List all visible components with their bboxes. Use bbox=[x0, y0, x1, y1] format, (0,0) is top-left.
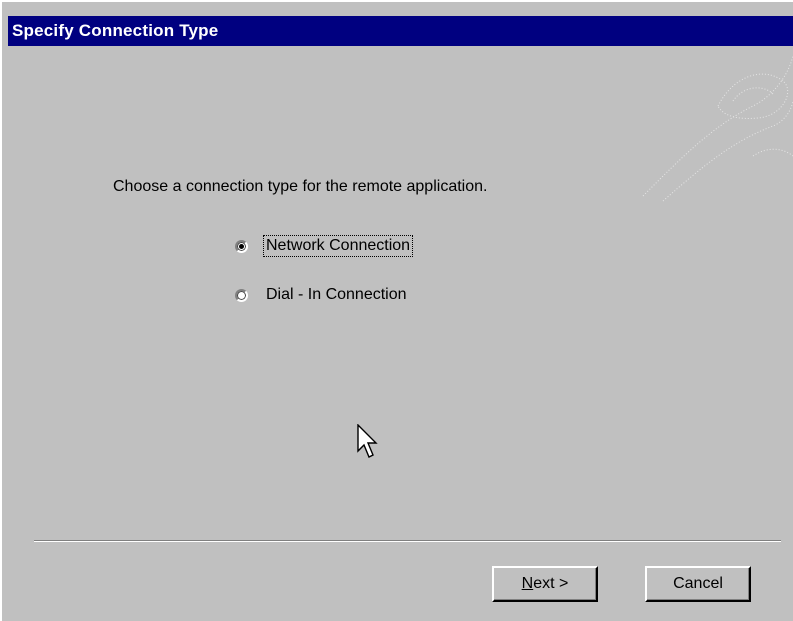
radio-unselected[interactable] bbox=[235, 288, 248, 302]
network-connection-option[interactable]: Network Connection bbox=[235, 235, 414, 257]
wizard-watermark-graphic bbox=[642, 55, 793, 202]
connection-type-prompt: Choose a connection type for the remote … bbox=[113, 178, 488, 195]
radio-selected[interactable] bbox=[235, 239, 248, 253]
next-button[interactable]: Next > bbox=[492, 566, 598, 602]
dial-in-connection-option[interactable]: Dial - In Connection bbox=[235, 285, 409, 305]
cancel-button[interactable]: Cancel bbox=[645, 566, 751, 602]
radio-dot bbox=[239, 243, 244, 249]
next-mnemonic: N bbox=[521, 575, 534, 592]
dialog-title: Specify Connection Type bbox=[8, 16, 793, 46]
network-connection-label: Network Connection bbox=[262, 235, 414, 257]
next-label: ext > bbox=[533, 575, 569, 592]
mouse-pointer-icon bbox=[357, 424, 378, 458]
footer-separator bbox=[34, 540, 781, 542]
dial-in-connection-label: Dial - In Connection bbox=[266, 286, 407, 303]
wizard-dialog: Specify Connection Type Choose a connect… bbox=[0, 0, 793, 621]
